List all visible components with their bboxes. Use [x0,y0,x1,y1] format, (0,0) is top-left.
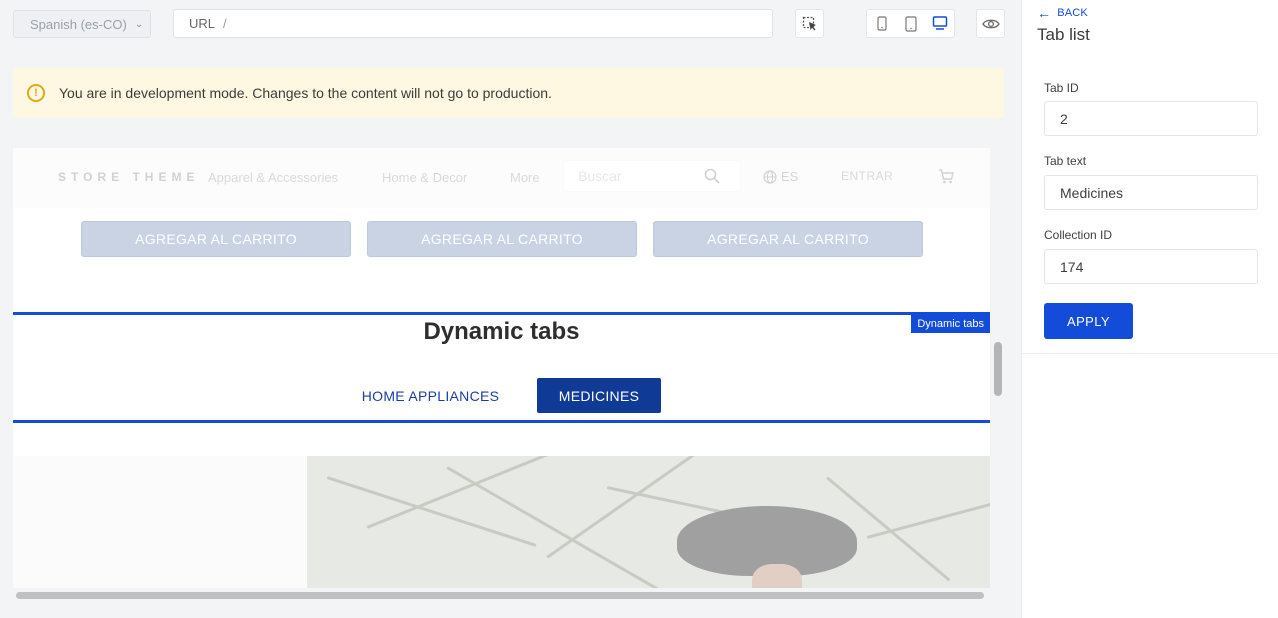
login-link[interactable]: ENTRAR [841,169,893,183]
preview-canvas[interactable]: STORE THEME Apparel & Accessories Home &… [13,148,990,588]
phone-icon [876,16,887,31]
store-header: STORE THEME Apparel & Accessories Home &… [13,148,990,208]
add-to-cart-button[interactable]: AGREGAR AL CARRITO [81,221,351,257]
collection-id-field[interactable]: 174 [1044,249,1258,284]
tablet-view-button[interactable] [896,10,925,37]
hero-image [307,456,990,588]
nav-item-more[interactable]: More [510,170,540,185]
dev-mode-message: You are in development mode. Changes to … [59,85,552,101]
tab-id-field[interactable]: 2 [1044,101,1258,136]
back-button[interactable]: ← BACK [1037,5,1088,21]
store-search-input[interactable]: Buscar [563,160,741,192]
vertical-scrollbar[interactable] [994,342,1002,396]
tab-medicines[interactable]: MEDICINES [537,378,661,413]
tab-id-label: Tab ID [1044,81,1079,95]
collection-id-label: Collection ID [1044,228,1113,242]
add-to-cart-button[interactable]: AGREGAR AL CARRITO [367,221,637,257]
globe-icon [763,169,777,184]
url-input[interactable]: URL / [173,9,773,38]
eye-icon [981,19,1000,28]
mobile-view-button[interactable] [867,10,896,37]
store-logo: STORE THEME [58,170,200,184]
store-search-placeholder: Buscar [578,168,622,184]
language-selector[interactable]: ES [763,169,798,184]
cart-icon[interactable] [938,169,954,187]
nav-item-apparel[interactable]: Apparel & Accessories [208,170,338,185]
preview-button[interactable] [976,9,1005,38]
settings-panel: ← BACK Tab list Tab ID 2 Tab text Medici… [1021,0,1278,618]
apply-button[interactable]: APPLY [1044,303,1133,339]
tab-home-appliances[interactable]: HOME APPLIANCES [358,378,503,413]
desktop-view-button[interactable] [925,10,954,37]
horizontal-scrollbar-thumb[interactable] [16,592,984,599]
warning-icon: ! [27,84,45,102]
hero-left-panel [13,456,307,588]
chevron-down-icon: ⌄ [134,18,144,30]
back-label: BACK [1057,7,1088,19]
locale-value: Spanish (es-CO) [30,16,127,32]
tab-text-field[interactable]: Medicines [1044,175,1258,210]
element-select-button[interactable] [795,9,824,38]
editor-area: Spanish (es-CO) ⌄ URL / ! You are in dev… [0,0,1021,618]
panel-divider [1022,353,1278,354]
url-value: / [223,16,227,31]
arrow-left-icon: ← [1037,5,1052,21]
tabs-title: Dynamic tabs [423,318,580,345]
device-switcher [866,9,955,38]
add-to-cart-button[interactable]: AGREGAR AL CARRITO [653,221,923,257]
locale-select[interactable]: Spanish (es-CO) ⌄ [13,10,151,38]
dev-mode-banner: ! You are in development mode. Changes t… [13,68,1004,118]
nav-item-home-decor[interactable]: Home & Decor [382,170,467,185]
desktop-icon [932,16,947,30]
language-code: ES [781,169,799,184]
tab-text-label: Tab text [1044,154,1087,168]
panel-title: Tab list [1037,25,1090,44]
url-label: URL [189,16,216,31]
dynamic-tabs-block[interactable]: Dynamic tabs Dynamic tabs HOME APPLIANCE… [13,312,990,423]
horizontal-scrollbar[interactable] [13,590,990,600]
tablet-icon [904,15,917,32]
cursor-select-icon [802,16,816,30]
search-icon [704,168,720,184]
